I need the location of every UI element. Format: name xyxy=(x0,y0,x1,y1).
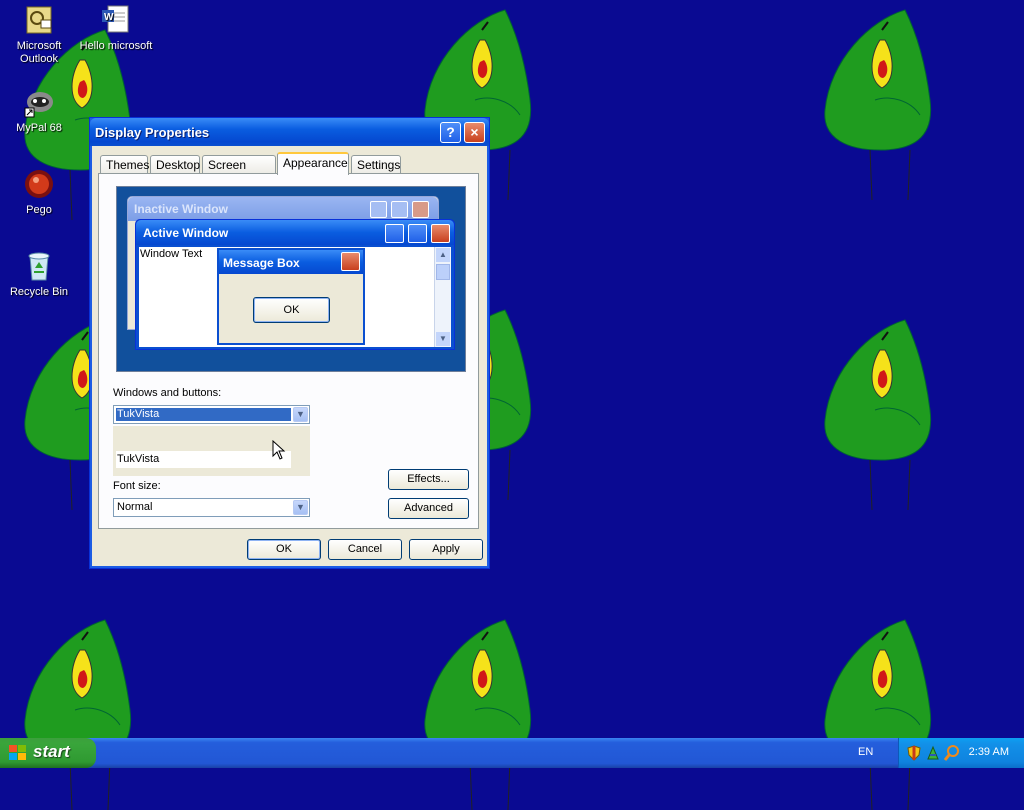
tab-screen-saver[interactable]: Screen Saver xyxy=(202,155,276,186)
clock[interactable]: 2:39 AM xyxy=(969,746,1009,758)
desktop-icon-label: Outlook xyxy=(20,53,58,65)
preview-ok-button: OK xyxy=(253,297,330,323)
network-icon[interactable] xyxy=(926,745,940,764)
ok-button[interactable]: OK xyxy=(247,539,321,560)
appearance-panel: Inactive Window Active Window Window Tex… xyxy=(98,173,479,529)
preview-message-box: Message Box OK xyxy=(217,248,365,345)
preview-window-text: Window Text xyxy=(140,248,203,260)
svg-text:W: W xyxy=(104,12,114,23)
chevron-down-icon[interactable]: ▼ xyxy=(293,500,308,515)
tab-themes[interactable]: Themes xyxy=(100,155,149,174)
cancel-button[interactable]: Cancel xyxy=(328,539,402,560)
preview-inactive-title: Inactive Window xyxy=(134,202,228,216)
mouse-cursor-icon xyxy=(272,439,286,460)
wallpaper-figure xyxy=(810,610,970,810)
language-indicator[interactable]: EN xyxy=(858,746,873,758)
desktop-icon-recycle-bin[interactable]: Recycle Bin xyxy=(2,250,76,299)
effects-button[interactable]: Effects... xyxy=(388,469,469,490)
outlook-icon xyxy=(23,4,55,36)
advanced-button[interactable]: Advanced xyxy=(388,498,469,519)
preview-active-close-icon xyxy=(431,224,450,243)
appearance-preview: Inactive Window Active Window Window Tex… xyxy=(116,186,466,372)
windows-and-buttons-label: Windows and buttons: xyxy=(113,387,222,399)
chevron-down-icon[interactable]: ▼ xyxy=(293,407,308,422)
pego-icon xyxy=(23,168,55,200)
search-icon[interactable] xyxy=(943,745,960,764)
preview-active-maximize-icon xyxy=(408,224,427,243)
desktop-icon-label: MyPal 68 xyxy=(16,122,62,134)
font-size-select[interactable]: Normal ▼ xyxy=(113,498,310,517)
desktop-icon-mypal[interactable]: MyPal 68 xyxy=(2,86,76,135)
preview-minimize-icon xyxy=(370,201,387,218)
preview-scrollbar: ▲ ▼ xyxy=(434,247,451,347)
preview-maximize-icon xyxy=(391,201,408,218)
preview-active-title: Active Window xyxy=(143,226,229,240)
title-bar[interactable]: Display Properties ? × xyxy=(90,118,489,146)
wallpaper-figure xyxy=(410,610,570,810)
preview-message-box-close-icon xyxy=(341,252,360,271)
mypal-browser-icon xyxy=(23,86,55,118)
desktop-icon-label: Pego xyxy=(26,204,52,216)
security-shield-icon[interactable] xyxy=(907,745,921,764)
display-properties-window: Display Properties ? × Themes Desktop Sc… xyxy=(89,117,490,569)
wallpaper-figure xyxy=(810,0,970,200)
windows-and-buttons-select[interactable]: TukVista ▼ xyxy=(113,405,310,424)
help-button[interactable]: ? xyxy=(440,122,461,143)
windows-logo-icon xyxy=(9,745,27,761)
word-document-icon: W xyxy=(100,4,132,36)
help-icon: ? xyxy=(446,124,455,140)
tab-desktop[interactable]: Desktop xyxy=(150,155,200,174)
start-label: start xyxy=(33,742,70,761)
recycle-bin-icon xyxy=(23,250,55,282)
taskbar: start EN 2:39 AM xyxy=(0,738,1024,768)
tab-appearance[interactable]: Appearance xyxy=(277,152,349,175)
dropdown-item-label: TukVista xyxy=(117,453,160,465)
font-size-label: Font size: xyxy=(113,480,161,492)
wallpaper-figure xyxy=(10,610,170,810)
preview-active-minimize-icon xyxy=(385,224,404,243)
preview-message-box-title: Message Box xyxy=(223,256,300,270)
wallpaper-figure xyxy=(810,310,970,510)
font-size-value: Normal xyxy=(117,501,153,513)
desktop-icon-outlook[interactable]: Microsoft Outlook xyxy=(2,4,76,66)
desktop-icon-hello-microsoft[interactable]: W Hello microsoft xyxy=(79,4,153,53)
close-icon: × xyxy=(470,124,479,140)
preview-close-icon xyxy=(412,201,429,218)
start-button[interactable]: start xyxy=(0,738,96,768)
close-button[interactable]: × xyxy=(464,122,485,143)
tab-settings[interactable]: Settings xyxy=(351,155,401,174)
apply-button[interactable]: Apply xyxy=(409,539,483,560)
window-title: Display Properties xyxy=(95,125,210,140)
desktop-icon-label: Recycle Bin xyxy=(9,286,69,298)
system-tray: 2:39 AM xyxy=(898,738,1024,768)
desktop-icon-pego[interactable]: Pego xyxy=(2,168,76,217)
desktop-icon-label: Hello microsoft xyxy=(79,40,153,52)
windows-and-buttons-value: TukVista xyxy=(117,408,160,420)
dropdown-list-item[interactable]: TukVista xyxy=(116,451,291,468)
desktop-icon-label: Microsoft xyxy=(16,40,62,52)
